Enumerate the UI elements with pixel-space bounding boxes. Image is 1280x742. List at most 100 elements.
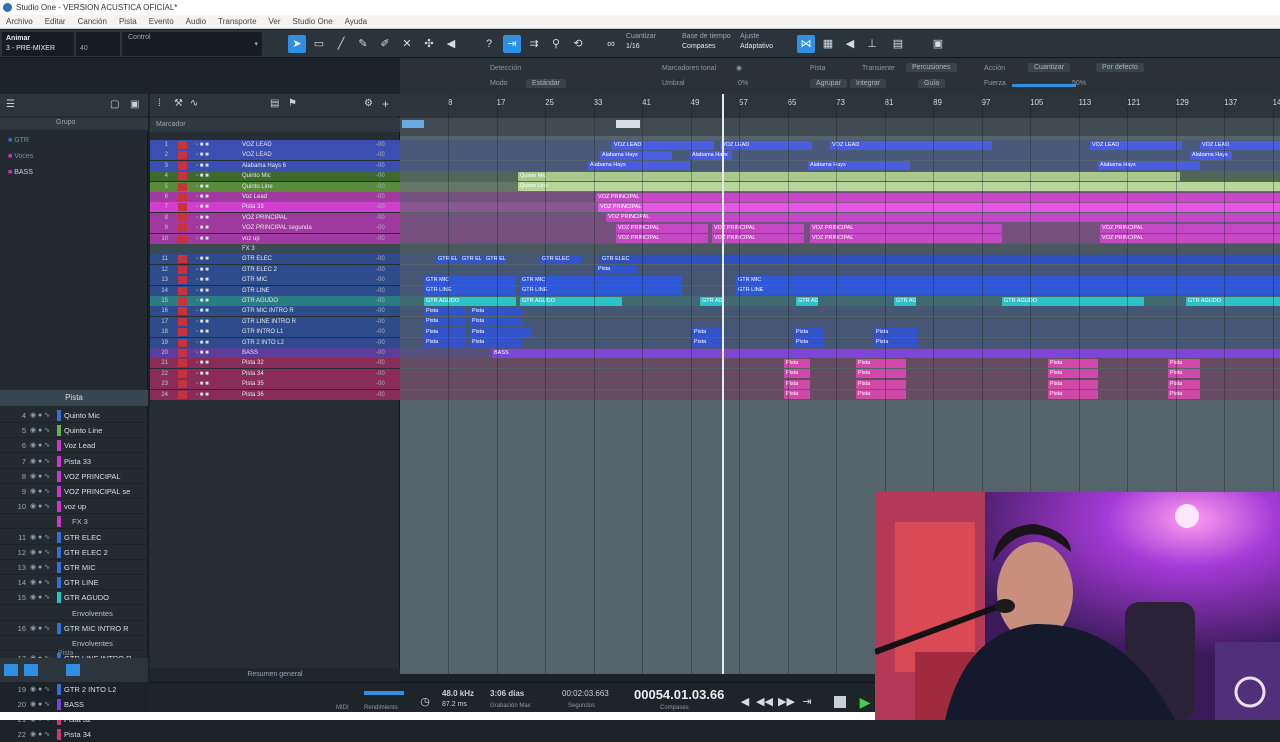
track-header[interactable]: 11◦ ■ ■GTR ELEC-00: [150, 254, 400, 264]
mute-solo-icons[interactable]: ◦ ■ ■: [196, 306, 209, 316]
help-icon[interactable]: ?: [480, 35, 498, 53]
timebase-control[interactable]: Base de tiempo Compases: [682, 32, 731, 52]
track-list-item[interactable]: 13◉ ● ∿GTR MIC: [0, 560, 148, 575]
loop-marker[interactable]: [402, 120, 424, 128]
track-name[interactable]: GTR INTRO L1: [242, 327, 372, 337]
mute-tool-button[interactable]: ✕: [398, 35, 416, 53]
audio-event-clip[interactable]: GTR AGUDO: [700, 297, 722, 306]
track-name[interactable]: VOZ LEAD: [242, 140, 372, 150]
record-arm-button[interactable]: [178, 287, 187, 295]
audio-event-clip[interactable]: Pista: [1168, 380, 1200, 389]
track-volume[interactable]: -00: [376, 171, 385, 181]
detail-view-icon[interactable]: [66, 664, 80, 676]
track-volume[interactable]: -00: [376, 327, 385, 337]
audio-event-clip[interactable]: Pista: [794, 328, 824, 337]
audio-event-clip[interactable]: Pista: [1168, 369, 1200, 378]
track-header[interactable]: 20◦ ■ ■BASS-00: [150, 348, 400, 358]
track-header[interactable]: 23◦ ■ ■Pista 35-00: [150, 379, 400, 389]
mixer-icon[interactable]: ▣: [929, 35, 947, 53]
track-name[interactable]: GTR LINE: [242, 286, 372, 296]
track-name[interactable]: FX 3: [242, 244, 372, 254]
audio-event-clip[interactable]: Pista: [1168, 390, 1200, 399]
track-volume[interactable]: -00: [376, 150, 385, 160]
mute-solo-icons[interactable]: ◦ ■ ■: [196, 275, 209, 285]
quantize-action-select[interactable]: Cuantizar: [1028, 63, 1070, 72]
audio-event-clip[interactable]: Pista: [1048, 369, 1098, 378]
track-name[interactable]: GTR MIC INTRO R: [242, 306, 372, 316]
end-icon[interactable]: ⇥: [800, 695, 814, 709]
audio-event-clip[interactable]: GTR ELEC: [600, 255, 1280, 264]
audio-event-clip[interactable]: GTR AGUDO: [894, 297, 916, 306]
add-track-icon[interactable]: ⁞: [158, 98, 161, 109]
track-list-item[interactable]: 10◉ ● ∿voz up: [0, 499, 148, 514]
search-icon[interactable]: ⚲: [547, 35, 565, 53]
record-arm-button[interactable]: [178, 349, 187, 357]
lock-icon[interactable]: ▣: [130, 99, 139, 110]
audio-event-clip[interactable]: Pista: [424, 338, 466, 347]
track-lane[interactable]: [400, 369, 1280, 379]
track-name[interactable]: Quinto Line: [242, 182, 372, 192]
audio-event-clip[interactable]: Pista: [874, 328, 918, 337]
track-list-item[interactable]: 8◉ ● ∿VOZ PRINCIPAL: [0, 469, 148, 484]
link-icon[interactable]: ∞: [602, 35, 620, 53]
audio-event-clip[interactable]: VOZ PRINCIPAL: [596, 193, 1280, 202]
track-volume[interactable]: -00: [376, 265, 385, 275]
mute-solo-icons[interactable]: ◦ ■ ■: [196, 379, 209, 389]
paint-tool-button[interactable]: ✐: [376, 35, 394, 53]
track-list-item[interactable]: 4◉ ● ∿Quinto Mic: [0, 408, 148, 423]
track-state-icons[interactable]: ◉ ● ∿: [30, 438, 50, 453]
record-arm-button[interactable]: [178, 193, 187, 201]
track-name[interactable]: GTR 2 INTO L2: [242, 338, 372, 348]
track-header[interactable]: 17◦ ■ ■GTR LINE INTRO R-00: [150, 317, 400, 327]
track-volume[interactable]: -00: [376, 286, 385, 296]
track-lane[interactable]: [400, 358, 1280, 368]
audio-event-clip[interactable]: VOZ PRINCIPAL: [810, 234, 1002, 243]
folder-icon[interactable]: ▢: [110, 99, 119, 110]
menu-item-studio-one[interactable]: Studio One: [293, 15, 333, 28]
mode-select[interactable]: Estándar: [526, 79, 566, 88]
mute-solo-icons[interactable]: ◦ ■ ■: [196, 390, 209, 400]
track-volume[interactable]: -00: [376, 306, 385, 316]
eraser-tool-button[interactable]: ✎: [354, 35, 372, 53]
audio-event-clip[interactable]: Pista: [470, 328, 532, 337]
audio-event-clip[interactable]: GTR ELEC: [436, 255, 458, 264]
track-list-item[interactable]: 15◉ ● ∿GTR AGUDO: [0, 590, 148, 605]
track-header[interactable]: 24◦ ■ ■Pista 36-00: [150, 390, 400, 400]
track-header[interactable]: 21◦ ■ ■Pista 32-00: [150, 358, 400, 368]
audio-event-clip[interactable]: GTR LINE: [424, 286, 516, 295]
grid-icon[interactable]: ▦: [819, 35, 837, 53]
track-volume[interactable]: -00: [376, 348, 385, 358]
track-header[interactable]: 19◦ ■ ■GTR 2 INTO L2-00: [150, 338, 400, 348]
snap-control[interactable]: Ajuste Adaptativo: [740, 32, 773, 52]
menu-item-cancion[interactable]: Canción: [78, 15, 107, 28]
track-name[interactable]: GTR ELEC: [242, 254, 372, 264]
track-name[interactable]: Quinto Mic: [242, 171, 372, 181]
stop-icon[interactable]: [834, 696, 846, 708]
track-name[interactable]: Pista 36: [242, 390, 372, 400]
flag-icon[interactable]: ⚑: [288, 98, 297, 109]
track-name[interactable]: VOZ PRINCIPAL segunda: [242, 223, 372, 233]
split-tool-button[interactable]: ╱: [332, 35, 350, 53]
play-icon[interactable]: ▶: [858, 695, 872, 709]
menu-item-evento[interactable]: Evento: [149, 15, 174, 28]
mute-solo-icons[interactable]: ◦ ■ ■: [196, 265, 209, 275]
force-value[interactable]: 50%: [1072, 80, 1086, 87]
audio-event-clip[interactable]: Pista: [856, 359, 906, 368]
mute-solo-icons[interactable]: ◦ ■ ■: [196, 296, 209, 306]
track-volume[interactable]: -00: [376, 213, 385, 223]
track-volume[interactable]: -00: [376, 223, 385, 233]
group-row-gtr[interactable]: ■ GTR: [8, 134, 29, 148]
audio-event-clip[interactable]: GTR ELEC: [540, 255, 582, 264]
layout-icon[interactable]: ▤: [889, 35, 907, 53]
track-name[interactable]: GTR AGUDO: [242, 296, 372, 306]
position-marker[interactable]: [616, 120, 640, 128]
record-arm-button[interactable]: [178, 266, 187, 274]
playhead-cursor[interactable]: [722, 94, 724, 674]
list-view-icon[interactable]: [4, 664, 18, 676]
track-list-item[interactable]: 22◉ ● ∿Pista 34: [0, 727, 148, 742]
bend-tool-button[interactable]: ✣: [420, 35, 438, 53]
audio-event-clip[interactable]: GTR ELEC: [460, 255, 482, 264]
track-volume[interactable]: -00: [376, 379, 385, 389]
clock-icon[interactable]: ◷: [418, 695, 432, 709]
track-lane[interactable]: [400, 379, 1280, 389]
